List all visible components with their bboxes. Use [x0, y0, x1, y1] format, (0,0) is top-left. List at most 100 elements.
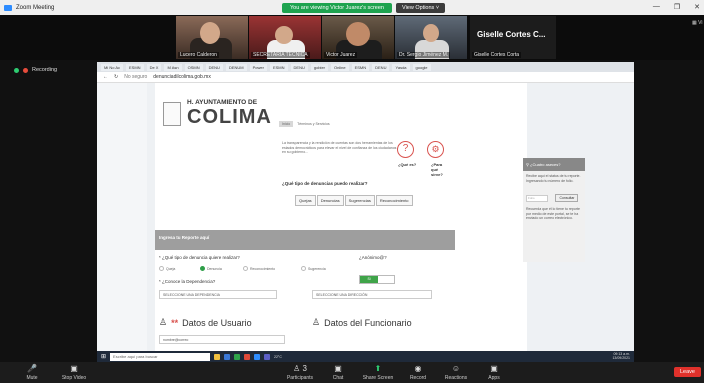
direccion-select[interactable]: SELECCIONE UNA DIRECCIÓN [312, 290, 432, 299]
close-button[interactable]: ✕ [694, 3, 700, 11]
reload-icon[interactable]: ↻ [114, 74, 118, 80]
reconocimiento-button[interactable]: Reconocimiento [375, 195, 413, 206]
browser-tabs: Mi No Ac ESMN De X M Asn OSMN DENU DENUM… [97, 62, 634, 72]
windows-taskbar: ⊞ Escribe aquí para buscar 22°C 09:13 a.… [97, 351, 634, 362]
datos-funcionario-title: ♙ Datos del Funcionario [312, 317, 412, 328]
browser-tab[interactable]: DENUM [225, 63, 247, 71]
site-nav: Inicio Términos y Servicios [279, 119, 330, 128]
participant-tile[interactable]: Victor Juarez [322, 16, 394, 59]
participant-tile[interactable]: Giselle Cortes C... Giselle Cortes Corta [470, 16, 556, 59]
stop-video-button[interactable]: ▣ Stop Video [52, 364, 96, 381]
browser-tab[interactable]: ESMN [351, 63, 370, 71]
window-controls: — ❐ ✕ [653, 3, 700, 11]
view-toggle[interactable]: ▦ Vi [692, 15, 704, 55]
consultar-button[interactable]: Consultar [555, 194, 579, 203]
folio-input[interactable]: Folio [526, 195, 548, 203]
share-screen-icon: ⬆ [374, 364, 382, 373]
browser-tab[interactable]: Power [249, 63, 267, 71]
browser-tab[interactable]: google [412, 63, 431, 71]
chrome-icon[interactable] [244, 353, 251, 360]
browser-tab[interactable]: M Asn [164, 63, 182, 71]
radio-queja[interactable]: Queja [159, 266, 175, 271]
share-screen-button[interactable]: ⬆ Share Screen [356, 364, 400, 381]
zoom-toolbar: 🎤 Mute ▣ Stop Video ♙ 3 Participants ▣ Chat … [0, 362, 704, 383]
sidebox-text-2: Recuerda que él lo tiene tu reporte por … [526, 207, 580, 221]
datos-usuario-title: ♙ ** Datos de Usuario [159, 317, 252, 328]
app-icon[interactable] [264, 353, 271, 360]
participant-tile[interactable]: Dr. Sergio Jiménez M. [395, 16, 467, 59]
question-icon[interactable]: ? [397, 141, 414, 158]
anonimo-toggle[interactable]: Si [359, 275, 395, 284]
browser-tab[interactable]: Online [331, 63, 349, 71]
site-logo[interactable]: H. AYUNTAMIENTO DE COLIMA [163, 93, 272, 135]
intro-text: La transparencia y la rendición de cuent… [282, 141, 397, 155]
browser-tab[interactable]: gobier [310, 63, 328, 71]
tipos-buttons: Quejas Denuncias Sugerencias Reconocimie… [295, 195, 413, 206]
mute-button[interactable]: 🎤 Mute [10, 364, 54, 381]
minimize-button[interactable]: — [653, 3, 660, 11]
org-big-title: COLIMA [187, 106, 272, 128]
usuario-input[interactable]: nombre@correo [159, 335, 285, 344]
browser-tab[interactable]: Yasda [392, 63, 410, 71]
radio-reconocimiento[interactable]: Reconocimiento [243, 266, 275, 271]
address-bar[interactable]: ← ↻ No seguro denunciadilcolima.gob.mx [97, 72, 634, 83]
leave-button[interactable]: Leave [674, 367, 701, 377]
gear-icon[interactable]: ⚙ [427, 141, 444, 158]
participant-tile[interactable]: Lucero Calderon [176, 16, 248, 59]
tipo-label: * ¿Qué tipo de denuncia quiere realizar? [159, 255, 240, 260]
participant-name: SECRETARÍA TÉCNICA [251, 52, 310, 58]
maximize-button[interactable]: ❐ [674, 3, 680, 11]
windows-start-icon[interactable]: ⊞ [101, 353, 106, 360]
status-dot-icon [14, 67, 19, 73]
que-es-label[interactable]: ¿Qué es? [398, 162, 416, 167]
dependencia-select[interactable]: SELECCIONE UNA DEPENDENCIA [159, 290, 277, 299]
nav-terminos[interactable]: Términos y Servicios [297, 122, 329, 126]
browser-tab[interactable]: Mi No Ac [101, 63, 124, 71]
sidebox-header: ⚲ ¿Cuatro aseces? [523, 158, 585, 171]
weather-label: 22°C [274, 354, 282, 359]
sidebox-text: Recibe aquí el status de tu reporte. Ing… [526, 174, 581, 183]
app-icon[interactable] [224, 353, 231, 360]
url-text[interactable]: denunciadilcolima.gob.mx [153, 74, 211, 80]
para-que-label[interactable]: ¿Para qué sirve? [431, 162, 445, 177]
user-icon: ♙ [159, 317, 168, 327]
participant-name: Giselle Cortes Corta [472, 52, 522, 58]
browser-tab[interactable]: OSMN [184, 63, 203, 71]
browser-tab[interactable]: ESMN [269, 63, 288, 71]
video-icon: ▣ [70, 364, 78, 373]
view-banner: You are viewing Victor Juarez's screen V… [282, 2, 446, 13]
zoom-taskbar-icon[interactable] [254, 353, 261, 360]
browser-tab[interactable]: De X [146, 63, 162, 71]
view-options-button[interactable]: View Options ˅ [396, 2, 446, 13]
app-icon[interactable] [234, 353, 241, 360]
radio-sugerencia[interactable]: Sugerencia [301, 266, 326, 271]
taskbar-search-input[interactable]: Escribe aquí para buscar [110, 352, 211, 361]
file-explorer-icon[interactable] [214, 353, 221, 360]
web-page: H. AYUNTAMIENTO DE COLIMA Inicio Término… [97, 83, 634, 351]
viewing-screen-label: You are viewing Victor Juarez's screen [282, 2, 392, 13]
recording-indicator: Recording [14, 67, 57, 73]
chat-icon: ▣ [334, 364, 342, 373]
denuncias-button[interactable]: Denuncias [316, 195, 344, 206]
nav-inicio[interactable]: Inicio [279, 120, 294, 127]
back-icon[interactable]: ← [103, 74, 108, 80]
shared-screen: Mi No Ac ESMN De X M Asn OSMN DENU DENUM… [97, 62, 634, 362]
zoom-title-bar: Zoom Meeting You are viewing Victor Juar… [0, 0, 704, 15]
browser-tab[interactable]: DENU [372, 63, 390, 71]
browser-tab[interactable]: DENU [290, 63, 308, 71]
chat-button[interactable]: ▣ Chat [316, 364, 360, 381]
radio-denuncia[interactable]: Denuncia [200, 266, 222, 271]
window-title: Zoom Meeting [16, 4, 55, 11]
browser-tab[interactable]: DENU [205, 63, 223, 71]
browser-tab[interactable]: ESMN [126, 63, 144, 71]
official-icon: ♙ [312, 317, 321, 327]
apps-button[interactable]: ▣ Apps [472, 364, 516, 381]
anonimo-label: ¿Anónimo@? [359, 255, 387, 260]
page-content: H. AYUNTAMIENTO DE COLIMA Inicio Término… [155, 83, 527, 351]
quejas-button[interactable]: Quejas [295, 195, 316, 206]
zoom-logo-icon [4, 4, 12, 11]
dependencia-label: * ¿Conoce la Dependencia? [159, 279, 216, 284]
participant-tile[interactable]: SECRETARÍA TÉCNICA [249, 16, 321, 59]
report-bar: Ingresa tu Reporte aquí [155, 230, 455, 250]
sugerencias-button[interactable]: Sugerencias [344, 195, 375, 206]
